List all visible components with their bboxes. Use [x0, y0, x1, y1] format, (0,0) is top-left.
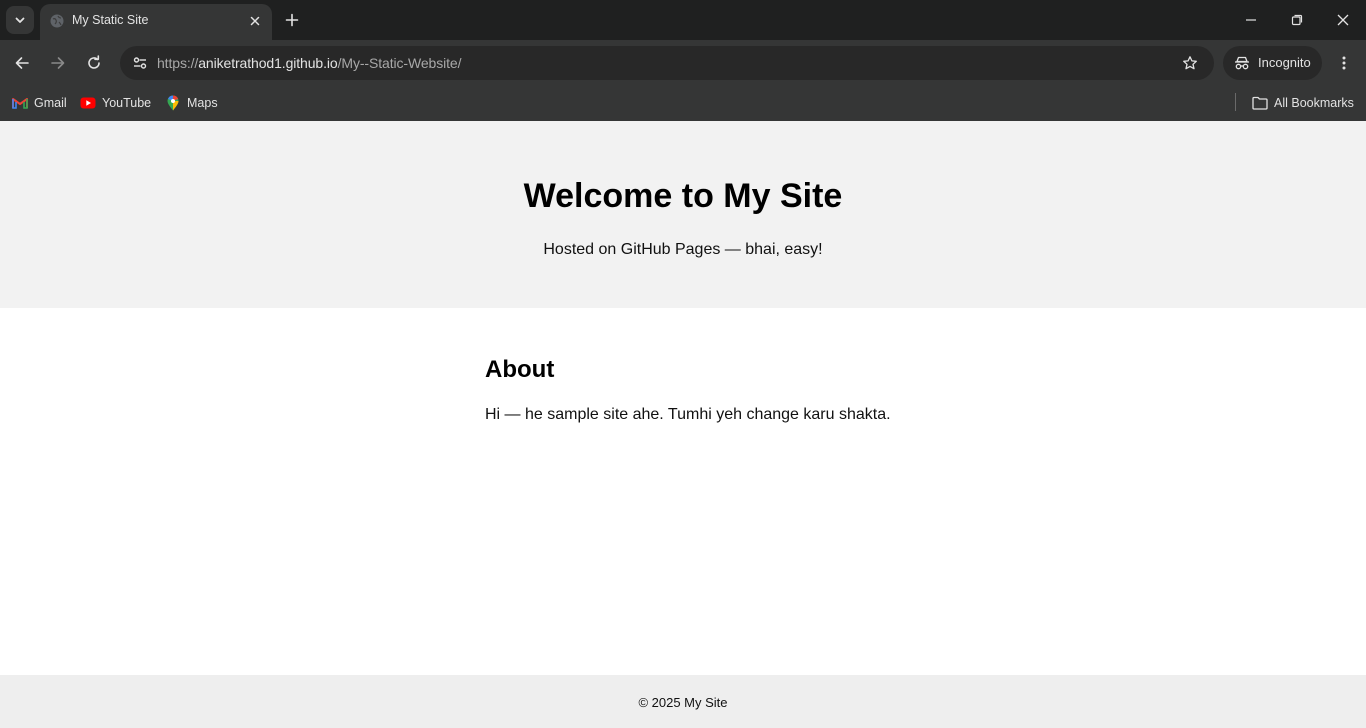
- tab-title: My Static Site: [72, 13, 149, 27]
- all-bookmarks-button[interactable]: All Bookmarks: [1252, 91, 1354, 115]
- active-tab[interactable]: My Static Site: [40, 4, 272, 40]
- folder-icon: [1252, 95, 1268, 111]
- chevron-down-icon: [15, 17, 25, 23]
- url-host: aniketrathod1.github.io: [198, 55, 338, 71]
- minimize-button[interactable]: [1236, 6, 1266, 34]
- bookmark-maps[interactable]: Maps: [165, 91, 218, 115]
- star-icon: [1183, 56, 1197, 70]
- page-title: Welcome to My Site: [523, 177, 843, 215]
- youtube-icon: [80, 95, 96, 111]
- close-icon: [1337, 14, 1349, 26]
- forward-button[interactable]: [44, 49, 72, 77]
- close-icon: [250, 16, 260, 26]
- reload-button[interactable]: [80, 49, 108, 77]
- incognito-label: Incognito: [1258, 55, 1311, 70]
- bookmark-youtube[interactable]: YouTube: [80, 91, 151, 115]
- maps-icon: [165, 95, 181, 111]
- gmail-icon: [12, 95, 28, 111]
- close-tab-button[interactable]: [246, 12, 264, 30]
- more-vertical-icon: [1342, 56, 1346, 70]
- new-tab-button[interactable]: [281, 9, 303, 31]
- url-scheme: https://: [157, 55, 199, 71]
- incognito-profile-button[interactable]: Incognito: [1223, 46, 1322, 80]
- globe-icon: [50, 14, 64, 28]
- tab-strip: My Static Site: [0, 0, 1366, 40]
- site-info-button[interactable]: [126, 49, 154, 77]
- all-bookmarks-label: All Bookmarks: [1274, 96, 1354, 110]
- about-text: Hi — he sample site ahe. Tumhi yeh chang…: [485, 406, 891, 423]
- bookmark-label: Maps: [187, 96, 218, 110]
- address-bar[interactable]: https://aniketrathod1.github.io/My--Stat…: [120, 46, 1214, 80]
- bookmarks-divider: [1235, 93, 1236, 111]
- tab-search-button[interactable]: [6, 6, 34, 34]
- restore-button[interactable]: [1282, 6, 1312, 34]
- url-path: /My--Static-Website/: [337, 55, 462, 71]
- browser-toolbar: https://aniketrathod1.github.io/My--Stat…: [0, 40, 1366, 85]
- incognito-icon: [1235, 56, 1249, 70]
- bookmarks-bar: Gmail YouTube Maps All Bookmarks: [0, 85, 1366, 121]
- close-window-button[interactable]: [1328, 6, 1358, 34]
- page-subtitle: Hosted on GitHub Pages — bhai, easy!: [543, 241, 823, 258]
- minimize-icon: [1246, 19, 1256, 21]
- footer-text: © 2025 My Site: [638, 695, 728, 710]
- reload-icon: [88, 55, 100, 69]
- web-page: Welcome to My Site Hosted on GitHub Page…: [0, 121, 1366, 728]
- browser-menu-button[interactable]: [1330, 49, 1358, 77]
- url-text: https://aniketrathod1.github.io/My--Stat…: [157, 55, 461, 71]
- bookmark-star-button[interactable]: [1176, 49, 1204, 77]
- about-heading: About: [485, 356, 555, 383]
- bookmark-gmail[interactable]: Gmail: [12, 91, 67, 115]
- hero-section: Welcome to My Site Hosted on GitHub Page…: [0, 121, 1366, 308]
- arrow-left-icon: [15, 57, 29, 69]
- tune-icon: [133, 57, 147, 69]
- back-button[interactable]: [8, 49, 36, 77]
- bookmark-label: Gmail: [34, 96, 67, 110]
- page-footer: © 2025 My Site: [0, 675, 1366, 728]
- arrow-right-icon: [51, 57, 65, 69]
- plus-icon: [285, 13, 299, 27]
- restore-icon: [1291, 14, 1303, 26]
- bookmark-label: YouTube: [102, 96, 152, 110]
